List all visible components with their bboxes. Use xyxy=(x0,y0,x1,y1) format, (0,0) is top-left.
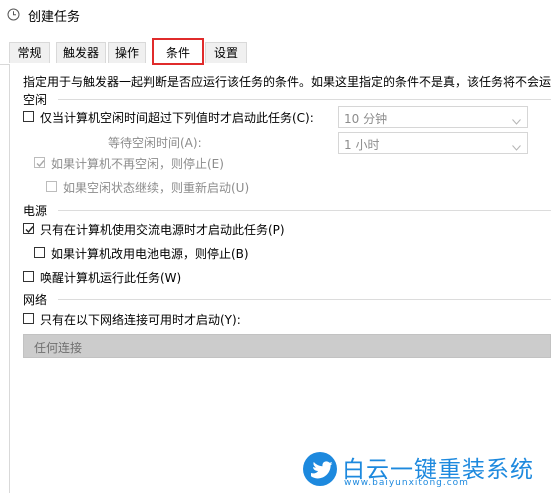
idle-section-divider xyxy=(58,99,551,100)
idle-duration-value: 10 分钟 xyxy=(344,112,388,126)
tab-actions[interactable]: 操作 xyxy=(108,42,146,63)
idle-start-label: 仅当计算机空闲时间超过下列值时才启动此任务(C): xyxy=(40,111,314,125)
checkmark-icon xyxy=(36,160,45,168)
restart-if-idle-label: 如果空闲状态继续，则重新启动(U) xyxy=(63,181,250,195)
idle-duration-dropdown[interactable]: 10 分钟 xyxy=(338,106,528,128)
brand-url: www.baiyunxitong.com xyxy=(344,478,469,488)
wait-idle-dropdown[interactable]: 1 小时 xyxy=(338,132,528,154)
wake-to-run-label: 唤醒计算机运行此任务(W) xyxy=(40,271,182,285)
clock-icon xyxy=(7,8,20,21)
tab-general[interactable]: 常规 xyxy=(9,42,50,63)
checkmark-icon xyxy=(25,226,34,234)
battery-stop-label: 如果计算机改用电池电源，则停止(B) xyxy=(51,247,249,261)
network-label: 只有在以下网络连接可用时才启动(Y): xyxy=(40,313,241,327)
ac-power-label: 只有在计算机使用交流电源时才启动此任务(P) xyxy=(40,223,285,237)
wake-to-run-checkbox[interactable] xyxy=(23,271,34,282)
watermark-logo: 白云一键重装系统 www.baiyunxitong.com xyxy=(296,447,551,493)
tab-settings[interactable]: 设置 xyxy=(205,42,247,63)
restart-if-idle-checkbox[interactable] xyxy=(46,181,57,192)
description-text: 指定用于与触发器一起判断是否应运行该任务的条件。如果这里指定的条件不是真，该任务… xyxy=(23,75,551,89)
title-bar: 创建任务 xyxy=(0,0,551,32)
window-title: 创建任务 xyxy=(28,10,81,25)
network-checkbox[interactable] xyxy=(23,313,34,324)
tab-triggers[interactable]: 触发器 xyxy=(56,42,106,63)
idle-section-label: 空闲 xyxy=(23,93,48,107)
stop-if-not-idle-label: 如果计算机不再空闲，则停止(E) xyxy=(51,157,224,171)
power-section-divider xyxy=(58,210,551,211)
stop-if-not-idle-checkbox[interactable] xyxy=(34,157,45,168)
ac-power-checkbox[interactable] xyxy=(23,223,34,234)
network-connection-value: 任何连接 xyxy=(34,341,83,355)
bird-icon xyxy=(303,452,337,486)
network-section-divider xyxy=(58,299,551,300)
wait-idle-value: 1 小时 xyxy=(344,138,380,152)
wait-idle-label: 等待空闲时间(A): xyxy=(108,136,202,150)
network-connection-dropdown[interactable]: 任何连接 xyxy=(23,334,551,358)
chevron-down-icon xyxy=(512,140,521,154)
idle-start-checkbox[interactable] xyxy=(23,111,34,122)
battery-stop-checkbox[interactable] xyxy=(34,247,45,258)
power-section-label: 电源 xyxy=(23,204,48,218)
tab-strip: 常规 触发器 操作 条件 设置 xyxy=(0,38,551,65)
chevron-down-icon xyxy=(512,114,521,128)
tab-conditions[interactable]: 条件 xyxy=(152,38,204,65)
network-section-label: 网络 xyxy=(23,293,48,307)
